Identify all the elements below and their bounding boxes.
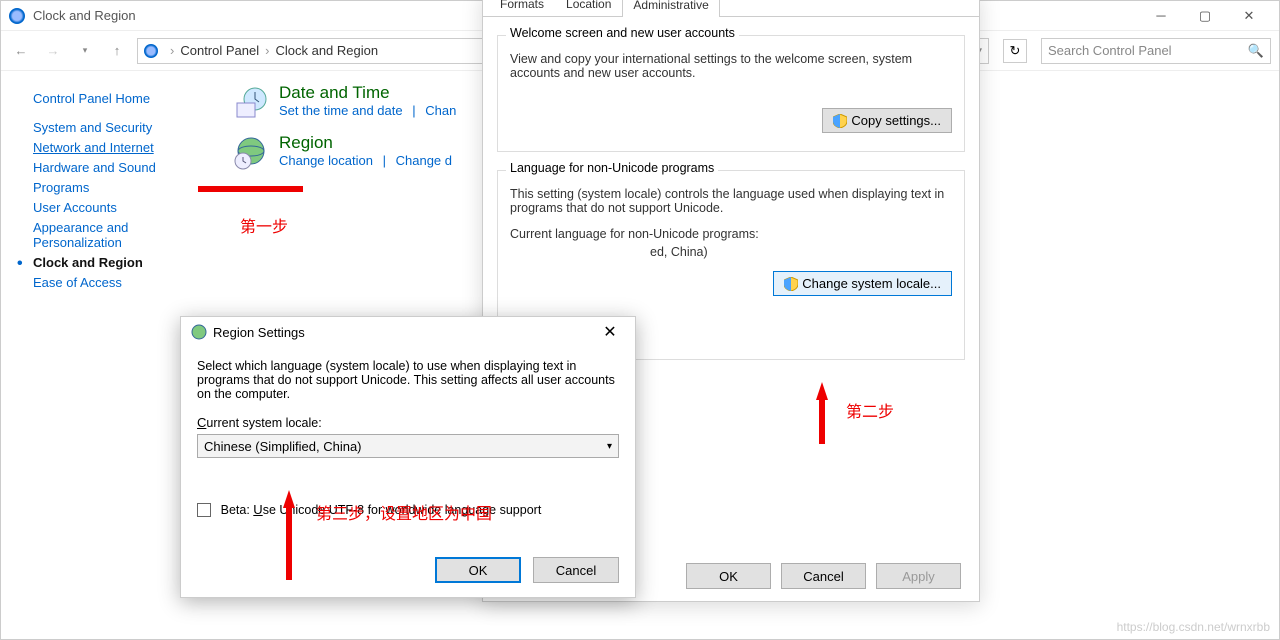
watermark: https://blog.csdn.net/wrnxrbb (1117, 620, 1270, 634)
change-formats-link[interactable]: Chan (425, 103, 456, 118)
region-settings-close-button[interactable]: ✕ (595, 322, 625, 342)
sidebar-item-system-security[interactable]: System and Security (33, 120, 197, 135)
up-button[interactable]: ↑ (105, 39, 129, 63)
control-panel-icon (9, 8, 25, 24)
shield-icon (833, 114, 847, 128)
annotation-underline (198, 186, 303, 192)
sidebar-item-programs[interactable]: Programs (33, 180, 197, 195)
sidebar-item-clock-region[interactable]: Clock and Region (33, 255, 197, 270)
chevron-down-icon: ▾ (607, 441, 612, 452)
tabs: Formats Location Administrative (483, 0, 979, 17)
crumb-0[interactable]: Control Panel (180, 43, 259, 58)
search-icon: 🔍 (1248, 43, 1264, 59)
system-locale-value: Chinese (Simplified, China) (204, 439, 362, 454)
beta-utf8-checkbox[interactable] (197, 503, 211, 517)
sidebar-item-hardware-sound[interactable]: Hardware and Sound (33, 160, 197, 175)
current-system-locale-label: CCurrent system locale:urrent system loc… (197, 415, 619, 430)
sidebar-item-network-internet[interactable]: Network and Internet (33, 140, 197, 155)
welcome-text: View and copy your international setting… (510, 52, 952, 80)
welcome-group: Welcome screen and new user accounts Vie… (497, 35, 965, 152)
search-input[interactable]: Search Control Panel 🔍 (1041, 38, 1271, 64)
shield-icon (784, 277, 798, 291)
set-time-date-link[interactable]: Set the time and date (279, 103, 403, 118)
beta-utf8-row[interactable]: Beta: Use Unicode UTF-8 for worldwide la… (197, 502, 619, 517)
close-button[interactable]: ✕ (1227, 2, 1271, 30)
change-date-formats-link[interactable]: Change d (396, 153, 452, 168)
minimize-button[interactable]: ─ (1139, 2, 1183, 30)
change-system-locale-button[interactable]: Change system locale... (773, 271, 952, 296)
welcome-legend: Welcome screen and new user accounts (506, 26, 739, 40)
sidebar-item-user-accounts[interactable]: User Accounts (33, 200, 197, 215)
tab-administrative[interactable]: Administrative (622, 0, 719, 17)
current-locale-label: Current language for non-Unicode program… (510, 227, 952, 241)
region-settings-titlebar: Region Settings ✕ (181, 317, 635, 347)
region-settings-title: Region Settings (213, 325, 305, 340)
control-panel-home-link[interactable]: Control Panel Home (33, 91, 197, 106)
region-ok-button[interactable]: OK (686, 563, 771, 589)
globe-icon (191, 324, 207, 340)
date-time-heading[interactable]: Date and Time (279, 83, 456, 103)
maximize-button[interactable]: ▢ (1183, 2, 1227, 30)
copy-settings-label: Copy settings... (851, 113, 941, 128)
region-settings-dialog: Region Settings ✕ Select which language … (180, 316, 636, 598)
locale-legend: Language for non-Unicode programs (506, 161, 718, 175)
region-apply-button[interactable]: Apply (876, 563, 961, 589)
tab-formats[interactable]: Formats (489, 0, 555, 16)
region-settings-ok-button[interactable]: OK (435, 557, 521, 583)
back-button[interactable]: ← (9, 39, 33, 63)
tab-location[interactable]: Location (555, 0, 622, 16)
sidebar-item-appearance[interactable]: Appearance and Personalization (33, 220, 163, 250)
region-cancel-button[interactable]: Cancel (781, 563, 866, 589)
system-locale-select[interactable]: Chinese (Simplified, China) ▾ (197, 434, 619, 458)
clock-icon (231, 83, 271, 123)
crumb-1[interactable]: Clock and Region (275, 43, 378, 58)
change-locale-label: Change system locale... (802, 276, 941, 291)
sidebar-item-ease-access[interactable]: Ease of Access (33, 275, 197, 290)
globe-clock-icon (231, 133, 271, 173)
beta-utf8-label: Beta: Use Unicode UTF-8 for worldwide la… (221, 503, 542, 517)
current-locale-value: ed, China) (510, 245, 952, 259)
change-location-link[interactable]: Change location (279, 153, 373, 168)
refresh-button[interactable]: ↻ (1003, 39, 1027, 63)
region-settings-cancel-button[interactable]: Cancel (533, 557, 619, 583)
copy-settings-button[interactable]: Copy settings... (822, 108, 952, 133)
recent-dropdown[interactable]: ▾ (73, 39, 97, 63)
control-panel-icon (144, 44, 158, 58)
forward-button[interactable]: → (41, 39, 65, 63)
locale-text: This setting (system locale) controls th… (510, 187, 952, 215)
search-placeholder: Search Control Panel (1048, 43, 1248, 58)
region-settings-text: Select which language (system locale) to… (197, 359, 619, 401)
region-heading[interactable]: Region (279, 133, 452, 153)
